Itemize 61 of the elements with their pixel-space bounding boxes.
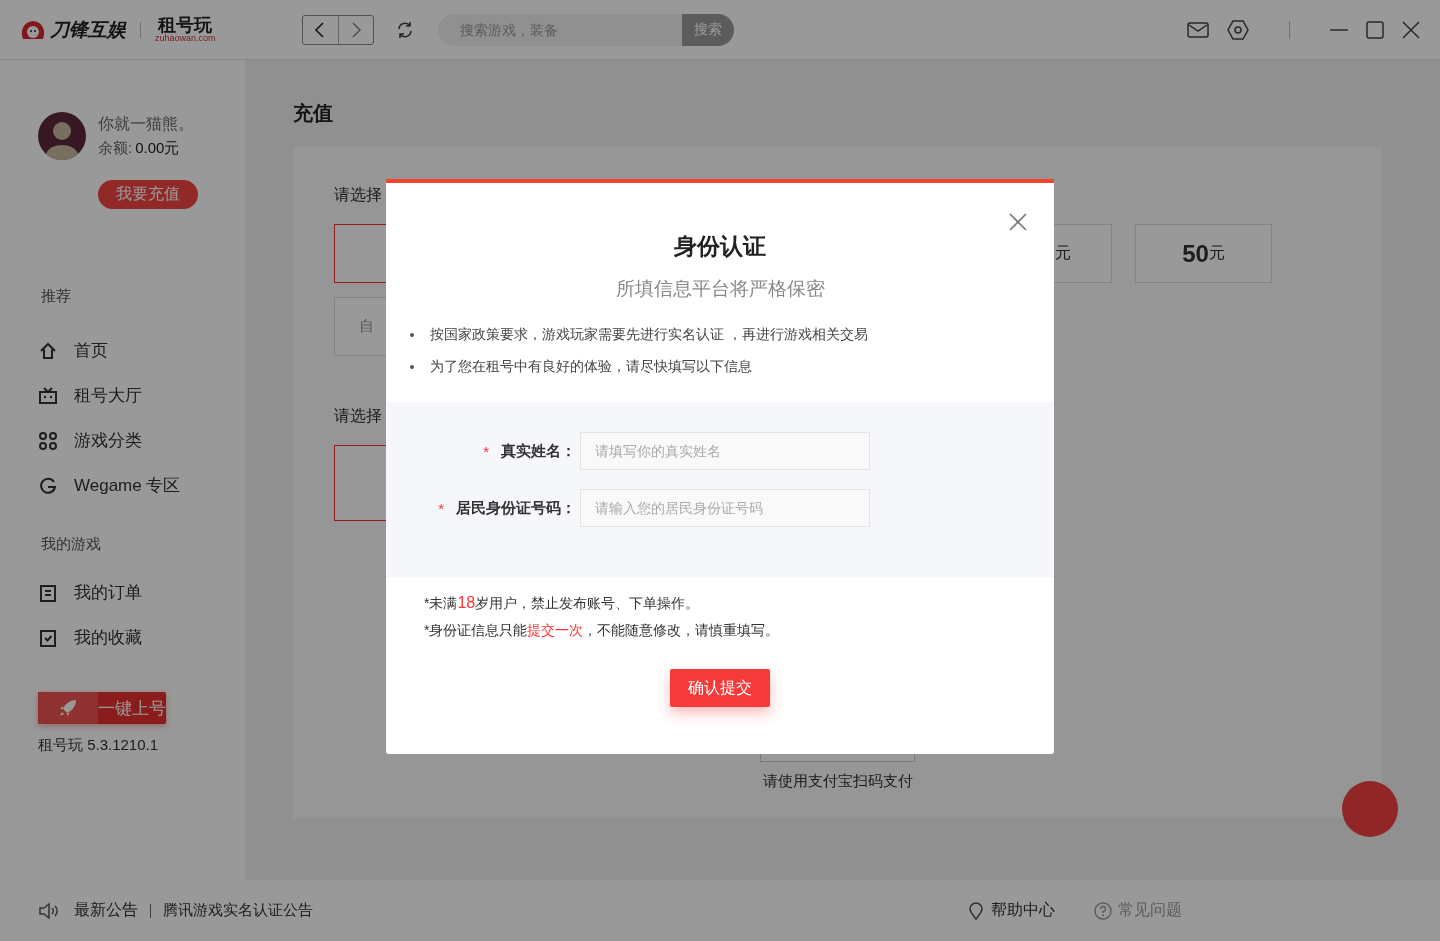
amount-label: 请选择 <box>334 185 383 205</box>
refresh-button[interactable] <box>395 20 414 39</box>
version-text: 租号玩 5.3.1210.1 <box>38 736 160 755</box>
section-heading: 我的游戏 <box>41 535 102 554</box>
warning-text: *未满18岁用户，禁止发布账号、下单操作。 <box>424 594 701 613</box>
gamepad-icon <box>38 385 58 406</box>
field-label: 居民身份证号码： <box>456 498 576 518</box>
close-button[interactable] <box>1402 20 1420 39</box>
brand-name: 刀锋互娱 <box>50 17 126 42</box>
question-icon <box>1093 900 1113 921</box>
required-mark: * <box>483 442 489 460</box>
user-name: 你就一猫熊。 <box>98 114 194 134</box>
nav-item[interactable]: 首页 <box>38 328 245 373</box>
mail-icon[interactable] <box>1187 20 1209 39</box>
notice-text: 按国家政策要求，游戏玩家需要先进行实名认证 ，再进行游戏相关交易 <box>430 326 868 344</box>
page-title: 充值 <box>293 101 334 126</box>
nav-item[interactable]: 租号大厅 <box>38 373 245 418</box>
minimize-button[interactable] <box>1330 28 1348 31</box>
rocket-icon <box>58 698 78 718</box>
settings-icon[interactable] <box>1227 19 1249 40</box>
close-icon[interactable] <box>1009 213 1027 231</box>
recharge-button[interactable]: 我要充值 <box>98 180 198 209</box>
nav-item[interactable]: 我的收藏 <box>38 615 245 660</box>
chevron-right-icon <box>349 21 362 38</box>
grid-icon <box>38 430 58 451</box>
speaker-icon <box>38 901 60 920</box>
notice-link[interactable]: 腾讯游戏实名认证公告 <box>163 901 313 920</box>
favorite-icon <box>38 627 58 648</box>
launch-button[interactable]: 一键上号 <box>38 692 166 724</box>
nav-item[interactable]: Wegame 专区 <box>38 463 245 508</box>
pin-icon <box>966 900 986 921</box>
balance-value: 0.00元 <box>135 139 180 158</box>
input-field[interactable]: 请输入您的居民身份证号码 <box>580 489 870 527</box>
section-heading: 推荐 <box>41 287 72 306</box>
float-button[interactable] <box>1342 781 1398 837</box>
dialog-subtitle: 所填信息平台将严格保密 <box>615 277 825 301</box>
balance-label: 余额: <box>98 139 133 158</box>
minimize-icon <box>1330 28 1348 31</box>
nav-item[interactable]: 我的订单 <box>38 570 245 615</box>
wegame-icon <box>38 475 58 496</box>
notice-text: 为了您在租号中有良好的体验，请尽快填写以下信息 <box>430 358 752 376</box>
nav-item[interactable]: 游戏分类 <box>38 418 245 463</box>
order-icon <box>38 582 58 603</box>
field-label: 真实姓名： <box>501 441 576 461</box>
lion-logo-icon <box>20 18 46 41</box>
home-icon <box>38 340 58 361</box>
notice-label: 最新公告 <box>74 900 138 920</box>
input-field[interactable]: 请填写你的真实姓名 <box>580 432 870 470</box>
qr-caption: 请使用支付宝扫码支付 <box>763 772 913 791</box>
chevron-left-icon <box>314 21 327 38</box>
payment-label: 请选择 <box>334 406 383 426</box>
required-mark: * <box>438 499 444 517</box>
avatar <box>38 112 86 160</box>
product-logo: 租号玩 zuhaowan.com <box>155 16 216 43</box>
bullet-icon <box>410 365 414 369</box>
bullet-icon <box>410 333 414 337</box>
maximize-button[interactable] <box>1366 20 1384 39</box>
dialog-title: 身份认证 <box>674 232 766 261</box>
footer-link[interactable]: 帮助中心 <box>966 900 1055 921</box>
warning-text: *身份证信息只能提交一次，不能随意修改，请慎重填写。 <box>424 622 781 640</box>
submit-button[interactable]: 确认提交 <box>670 669 770 707</box>
